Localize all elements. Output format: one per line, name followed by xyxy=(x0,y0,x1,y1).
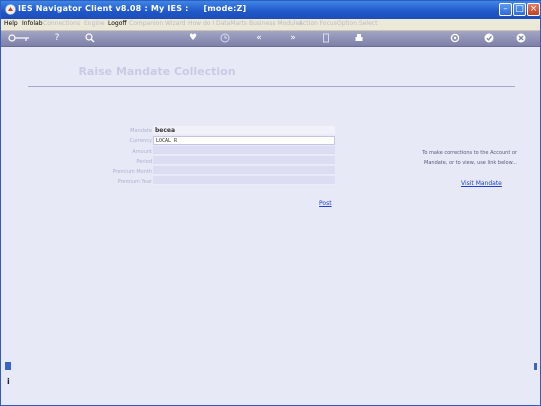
refresh-icon[interactable] xyxy=(449,32,461,44)
help-icon[interactable]: ? xyxy=(51,32,63,44)
check-icon[interactable] xyxy=(483,32,495,44)
close-icon[interactable] xyxy=(515,32,527,44)
right-edge-marker xyxy=(534,363,537,370)
premium-year-label: Premium Year xyxy=(117,179,152,185)
title-bar[interactable]: IES Navigator Client v8.08 : My IES : [m… xyxy=(1,1,540,19)
amount-label: Amount xyxy=(132,149,152,155)
period-label: Period xyxy=(136,159,152,165)
menu-wizard[interactable]: Wizard xyxy=(165,20,185,27)
app-window: IES Navigator Client v8.08 : My IES : [m… xyxy=(0,0,541,406)
key-icon[interactable] xyxy=(7,32,31,44)
side-note-line-1: To make corrections to the Account or xyxy=(422,150,517,156)
visit-mandate-link[interactable]: Visit Mandate xyxy=(461,180,502,187)
currency-label: Currency xyxy=(129,138,152,144)
main-content: Raise Mandate Collection Mandate becea C… xyxy=(7,48,534,403)
menu-companion[interactable]: Companion xyxy=(129,20,163,27)
clock-icon[interactable] xyxy=(219,32,231,44)
menu-option-select[interactable]: Option Select xyxy=(337,20,377,27)
menu-bar: Help Infolab Connections Engine Logoff C… xyxy=(1,19,540,31)
title-divider xyxy=(28,86,515,87)
menu-logoff[interactable]: Logoff xyxy=(108,20,127,27)
back-icon[interactable]: « xyxy=(253,32,265,44)
heart-icon[interactable]: ♥ xyxy=(187,32,199,44)
menu-engine[interactable]: Engine xyxy=(84,20,105,27)
search-icon[interactable] xyxy=(84,32,96,44)
toolbar: ? ♥ « » xyxy=(1,31,540,47)
menu-business-modules[interactable]: Business Modules xyxy=(249,20,302,27)
menu-action-focus[interactable]: Action Focus xyxy=(299,20,337,27)
left-edge-marker xyxy=(5,362,11,370)
bottom-left-label: i xyxy=(7,377,10,386)
post-link[interactable]: Post xyxy=(319,200,332,207)
amount-field[interactable] xyxy=(153,146,335,155)
page-title: Raise Mandate Collection xyxy=(78,65,236,78)
mode-indicator: [mode:Z] xyxy=(203,4,247,13)
mandate-field[interactable]: becea xyxy=(153,126,335,135)
forward-icon[interactable]: » xyxy=(287,32,299,44)
period-field[interactable] xyxy=(153,156,335,165)
side-note-line-2: Mandate, or to view, use link below... xyxy=(424,160,517,166)
premium-month-field[interactable] xyxy=(153,166,335,175)
close-window-button[interactable]: × xyxy=(527,3,540,16)
window-title: IES Navigator Client v8.08 : My IES : [m… xyxy=(18,4,247,13)
currency-select[interactable]: LOCAL R xyxy=(153,136,335,145)
premium-year-field[interactable] xyxy=(153,176,335,185)
premium-month-label: Premium Month xyxy=(112,169,152,175)
menu-how-do-i[interactable]: How do I xyxy=(188,20,214,27)
minimize-button[interactable]: – xyxy=(499,3,512,16)
menu-connections[interactable]: Connections xyxy=(43,20,80,27)
document-icon[interactable] xyxy=(320,32,332,44)
menu-infolab[interactable]: Infolab xyxy=(22,20,43,27)
maximize-button[interactable]: □ xyxy=(513,3,526,16)
menu-help[interactable]: Help xyxy=(4,20,18,27)
app-logo-icon xyxy=(5,4,16,15)
printer-icon[interactable] xyxy=(353,32,365,44)
mandate-label: Mandate xyxy=(130,128,152,134)
menu-datamarts[interactable]: DataMarts xyxy=(216,20,247,27)
